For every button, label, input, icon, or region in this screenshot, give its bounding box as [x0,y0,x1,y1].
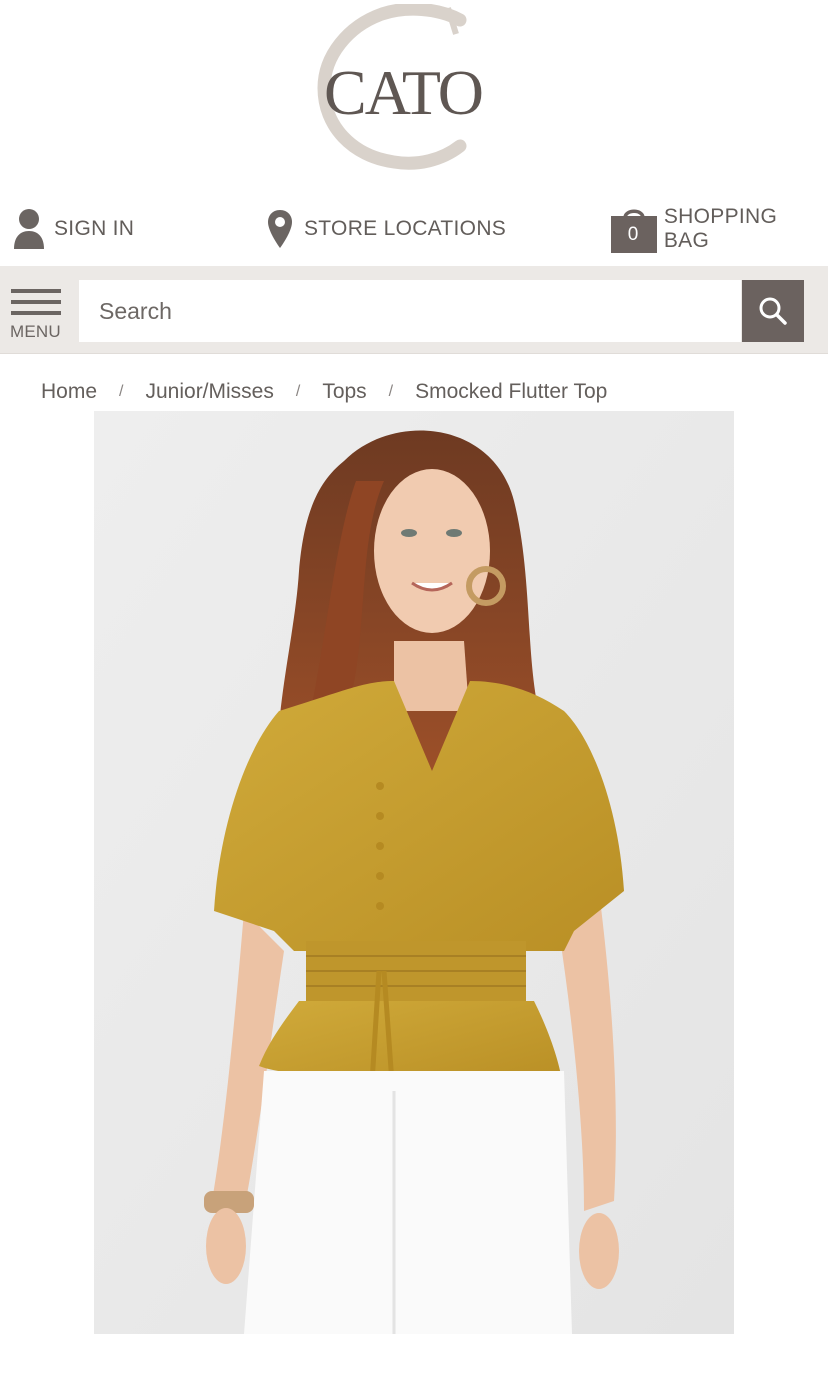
breadcrumb-separator: / [388,383,394,400]
utility-nav: SIGN IN STORE LOCATIONS 0 SHOPPING BAG [0,196,828,262]
search-button[interactable] [742,280,804,342]
map-pin-icon [268,210,292,248]
header-logo-area: CATO [0,0,828,180]
hamburger-icon-bar [11,300,61,304]
breadcrumb-separator: / [295,383,301,400]
breadcrumb-current-product: Smocked Flutter Top [415,380,608,403]
shopping-bag-label: SHOPPING BAG [663,205,778,252]
cato-logo[interactable]: CATO [310,4,520,170]
breadcrumb-tops[interactable]: Tops [322,380,366,404]
user-icon [14,209,44,249]
product-image[interactable] [94,411,734,1334]
breadcrumb-home[interactable]: Home [41,380,97,404]
shopping-bag-icon: 0 [610,204,658,254]
hamburger-icon [11,289,61,293]
search-icon [759,297,787,325]
breadcrumb: Home / Junior/Misses / Tops / Smocked Fl… [41,376,607,408]
bag-count: 0 [627,224,639,245]
menu-label: MENU [10,322,61,341]
store-locations-link[interactable]: STORE LOCATIONS [266,196,506,262]
store-locations-label: STORE LOCATIONS [304,217,507,240]
search-bar-strip: MENU [0,266,828,354]
sign-in-link[interactable]: SIGN IN [12,196,134,262]
sign-in-label: SIGN IN [54,217,135,240]
breadcrumb-separator: / [119,383,124,400]
breadcrumb-junior-misses[interactable]: Junior/Misses [145,380,273,404]
search-input[interactable] [79,280,741,342]
shopping-bag-link[interactable]: 0 SHOPPING BAG [610,196,828,262]
cato-logo-text: CATO [324,57,482,128]
product-photo-illustration [94,411,734,1334]
hamburger-icon-bar [11,311,61,315]
menu-button[interactable]: MENU [10,288,62,344]
